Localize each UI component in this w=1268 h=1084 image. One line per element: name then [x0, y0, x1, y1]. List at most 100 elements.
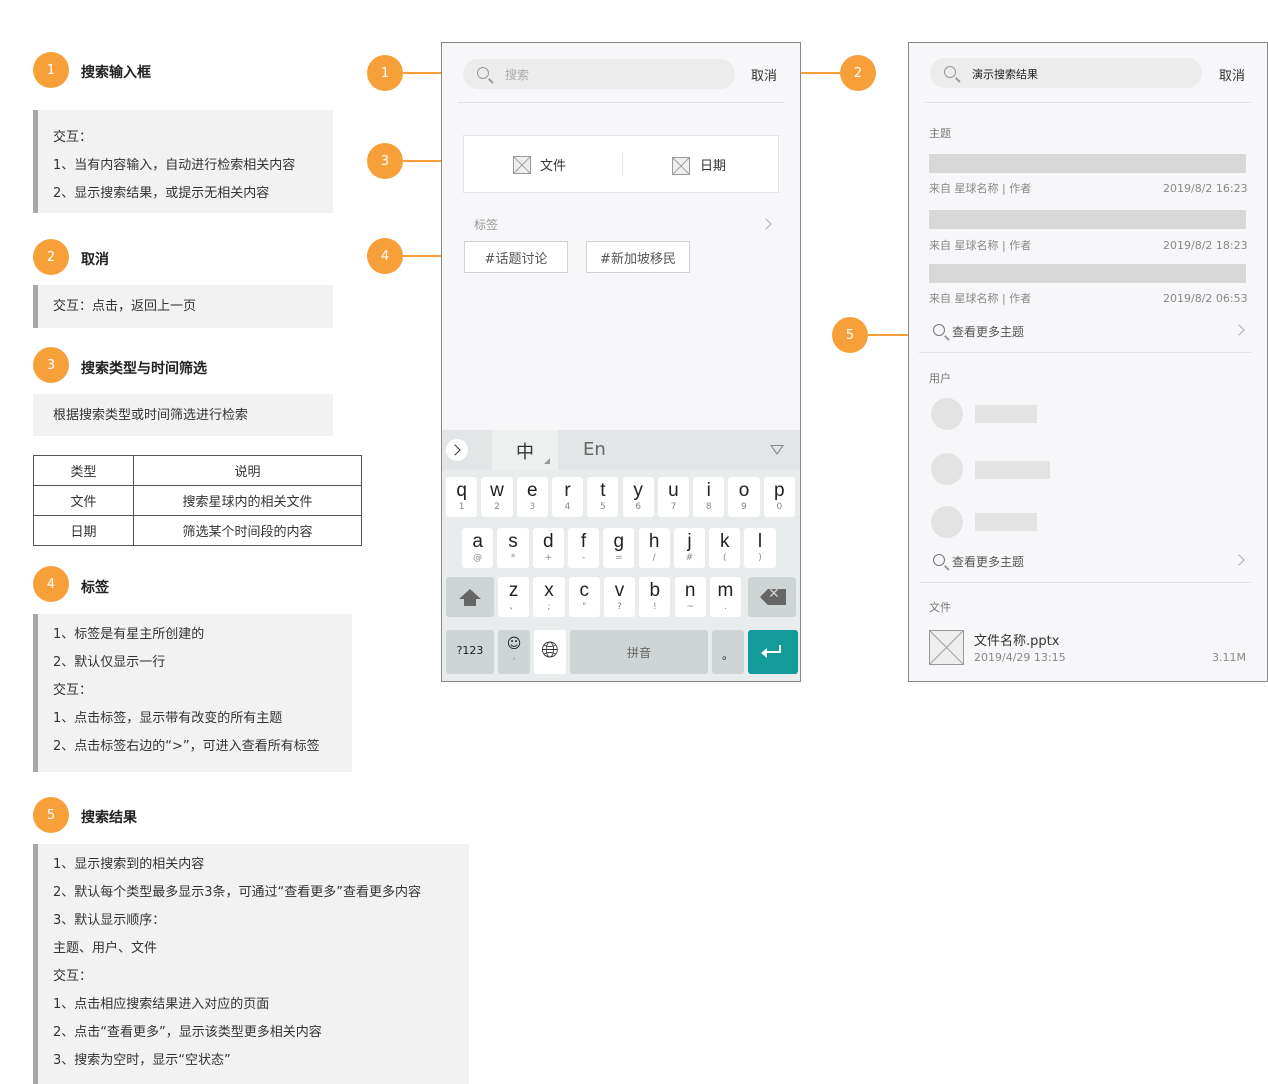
avatar	[931, 453, 963, 485]
period-key-label: 。	[721, 648, 734, 662]
key-letter: t	[600, 480, 606, 501]
key-p[interactable]: p0	[763, 477, 795, 517]
phone-results-screen: 演示搜索结果 取消 主题 来自 星球名称 | 作者 2019/8/2 16:23…	[908, 42, 1268, 682]
key-q[interactable]: q1	[446, 477, 478, 517]
cancel-button[interactable]: 取消	[751, 65, 777, 84]
user-name-placeholder	[975, 513, 1037, 531]
numeric-mode-label: ?123	[456, 644, 484, 657]
key-v[interactable]: v?	[603, 577, 636, 617]
key-letter: s	[508, 531, 518, 552]
key-k[interactable]: k(	[709, 528, 741, 568]
note-1: 交互： 1、当有内容输入，自动进行检索相关内容 2、显示搜索结果，或提示无相关内…	[33, 110, 333, 213]
key-o[interactable]: o9	[728, 477, 760, 517]
shift-arrow-stem	[464, 599, 476, 606]
topic-meta: 来自 星球名称 | 作者	[929, 292, 1032, 305]
topic-title-placeholder	[929, 154, 1246, 173]
soft-keyboard: 中 En q1w2e3r4t5y6u7i8o9p0 a @ s * d + f - g = h / j #…	[442, 430, 800, 681]
key-secondary: 6	[635, 502, 642, 512]
note-line: 2、点击标签右边的“>”，可进入查看所有标签	[53, 739, 320, 754]
key-c[interactable]: c "	[568, 577, 600, 617]
key-secondary: /	[652, 553, 656, 563]
see-more-users-link[interactable]: 查看更多主题	[929, 551, 1249, 571]
chinese-mode-key[interactable]: 中	[492, 430, 558, 470]
key-letter: k	[719, 531, 730, 552]
key-secondary: )	[758, 553, 762, 563]
key-letter: v	[614, 580, 625, 601]
note-line: 2、默认仅显示一行	[53, 655, 166, 670]
key-s[interactable]: s *	[497, 528, 529, 568]
note-line: 交互：	[53, 969, 93, 984]
key-x[interactable]: x;	[533, 577, 565, 617]
key-letter: a	[472, 531, 483, 552]
period-key[interactable]: 。	[712, 630, 744, 674]
user-name-placeholder	[975, 461, 1050, 479]
key-d[interactable]: d +	[532, 528, 564, 568]
key-secondary: 8	[705, 502, 712, 512]
key-secondary: .	[724, 602, 727, 612]
files-section-label: 文件	[929, 601, 951, 614]
key-i[interactable]: i8	[693, 477, 725, 517]
cancel-button[interactable]: 取消	[1219, 65, 1245, 84]
key-e[interactable]: e3	[516, 477, 548, 517]
key-w[interactable]: w2	[481, 477, 513, 517]
table-cell: 日期	[33, 515, 134, 546]
key-g[interactable]: g =	[603, 528, 635, 568]
key-letter: h	[648, 531, 660, 552]
key-a[interactable]: a @	[462, 528, 494, 568]
backspace-key[interactable]: ✕	[748, 577, 796, 617]
english-mode-key[interactable]: En	[583, 439, 606, 460]
table-header: 说明	[133, 455, 362, 486]
search-icon	[933, 554, 945, 566]
key-l[interactable]: l)	[744, 528, 776, 568]
note-line: 交互：点击，返回上一页	[53, 299, 197, 314]
note-line: 1、标签是有星主所创建的	[53, 627, 205, 642]
numeric-mode-key[interactable]: ?123	[446, 630, 494, 674]
key-letter: q	[456, 480, 467, 501]
key-secondary: ?	[617, 602, 622, 612]
key-j[interactable]: j #	[673, 528, 706, 568]
keyboard-expand-button[interactable]	[446, 439, 468, 461]
key-t[interactable]: t5	[587, 477, 619, 517]
topic-time: 2019/8/2 18:23	[1163, 239, 1248, 252]
language-key[interactable]: 🌐︎	[534, 630, 566, 674]
key-secondary: -	[581, 553, 586, 563]
search-input[interactable]: 演示搜索结果	[930, 58, 1202, 88]
tag-chip[interactable]: #新加坡移民	[586, 241, 690, 273]
section-title-2: 取消	[81, 252, 109, 268]
table-header: 类型	[33, 455, 134, 486]
key-f[interactable]: f-	[567, 528, 600, 568]
note-line: 2、显示搜索结果，或提示无相关内容	[53, 186, 270, 201]
note-2: 交互：点击，返回上一页	[33, 285, 333, 328]
table-cell: 筛选某个时间段的内容	[133, 515, 362, 546]
corner-triangle-icon	[544, 458, 550, 464]
emoji-sub: ,	[512, 652, 516, 662]
key-u[interactable]: u7	[657, 477, 690, 517]
see-more-topics-link[interactable]: 查看更多主题	[929, 321, 1249, 341]
topic-meta: 来自 星球名称 | 作者	[929, 239, 1032, 252]
section-title-3: 搜索类型与时间筛选	[81, 361, 207, 377]
space-key[interactable]: 拼音	[570, 630, 708, 674]
key-n[interactable]: n ~	[674, 577, 706, 617]
key-m[interactable]: m.	[709, 577, 742, 617]
users-section-label: 用户	[929, 372, 951, 385]
filter-date-label: 日期	[700, 159, 727, 174]
search-input[interactable]: 搜索	[463, 59, 735, 89]
enter-key[interactable]	[748, 630, 798, 674]
emoji-key[interactable]: ☺ ,	[498, 630, 530, 674]
key-b[interactable]: b!	[639, 577, 671, 617]
key-z[interactable]: z、	[498, 577, 530, 617]
key-letter: m	[717, 580, 734, 601]
filter-file-button[interactable]: 文件	[464, 136, 622, 192]
key-letter: i	[706, 480, 711, 501]
key-y[interactable]: y6	[622, 477, 654, 517]
file-image-icon	[513, 156, 531, 174]
table-cell: 搜索星球内的相关文件	[133, 485, 362, 516]
key-h[interactable]: h /	[638, 528, 670, 568]
note-line: 3、默认显示顺序：	[53, 913, 166, 928]
filter-date-button[interactable]: 日期	[622, 136, 780, 192]
tag-chip[interactable]: #话题讨论	[464, 241, 568, 273]
key-r[interactable]: r4	[551, 477, 584, 517]
tags-header[interactable]: 标签	[474, 215, 774, 235]
shift-key[interactable]	[446, 577, 494, 617]
key-secondary: 7	[670, 502, 677, 512]
